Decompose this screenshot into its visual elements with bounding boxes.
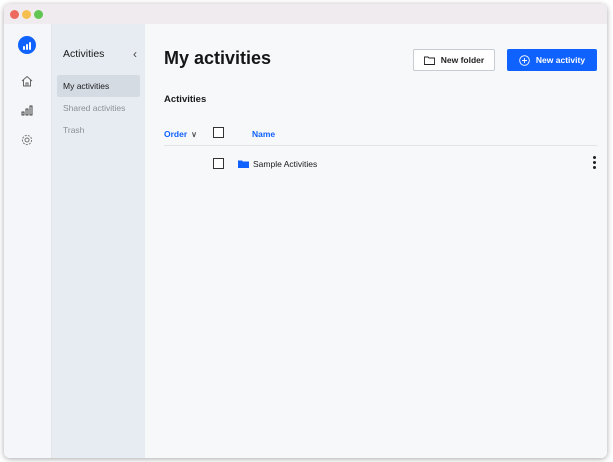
- order-header-label: Order: [164, 129, 188, 139]
- new-folder-button[interactable]: New folder: [413, 49, 495, 71]
- sidebar-header: Activities ‹: [63, 47, 139, 64]
- main-content: My activities New folder New activity Ac…: [145, 24, 607, 458]
- chevron-left-icon[interactable]: ‹: [133, 47, 137, 61]
- order-sort-header[interactable]: Order ∨: [164, 129, 197, 139]
- title-bar: [4, 4, 607, 24]
- overflow-menu-icon[interactable]: [592, 156, 596, 169]
- folder-outline-icon: [423, 56, 435, 65]
- header-divider: [164, 145, 597, 146]
- plus-circle-icon: [519, 54, 530, 66]
- close-window-button[interactable]: [10, 10, 19, 19]
- table-row[interactable]: Sample Activities: [164, 153, 597, 175]
- settings-gear-icon[interactable]: [17, 130, 37, 150]
- home-icon[interactable]: [17, 71, 37, 91]
- sidebar-item-shared-activities[interactable]: Shared activities: [57, 97, 140, 119]
- page-title: My activities: [164, 48, 272, 68]
- new-activity-button[interactable]: New activity: [507, 49, 597, 71]
- sidebar-item-my-activities[interactable]: My activities: [57, 75, 140, 97]
- app-window: Activities ‹ My activities Shared activi…: [4, 4, 607, 458]
- minimize-window-button[interactable]: [22, 10, 31, 19]
- name-column-header[interactable]: Name: [252, 129, 275, 139]
- maximize-window-button[interactable]: [34, 10, 43, 19]
- app-logo-icon[interactable]: [17, 35, 37, 55]
- icon-rail: [4, 24, 52, 458]
- row-name[interactable]: Sample Activities: [253, 159, 317, 169]
- sidebar-item-trash[interactable]: Trash: [57, 119, 140, 141]
- new-activity-label: New activity: [535, 55, 586, 65]
- row-checkbox[interactable]: [213, 158, 224, 169]
- chevron-down-icon: ∨: [191, 129, 198, 139]
- activities-chart-icon[interactable]: [17, 100, 37, 120]
- sidebar-title: Activities: [63, 48, 105, 60]
- select-all-checkbox[interactable]: [213, 127, 224, 138]
- sidebar: Activities ‹ My activities Shared activi…: [52, 24, 145, 458]
- new-folder-label: New folder: [440, 55, 485, 65]
- folder-icon: [238, 160, 249, 168]
- section-heading: Activities: [164, 94, 207, 105]
